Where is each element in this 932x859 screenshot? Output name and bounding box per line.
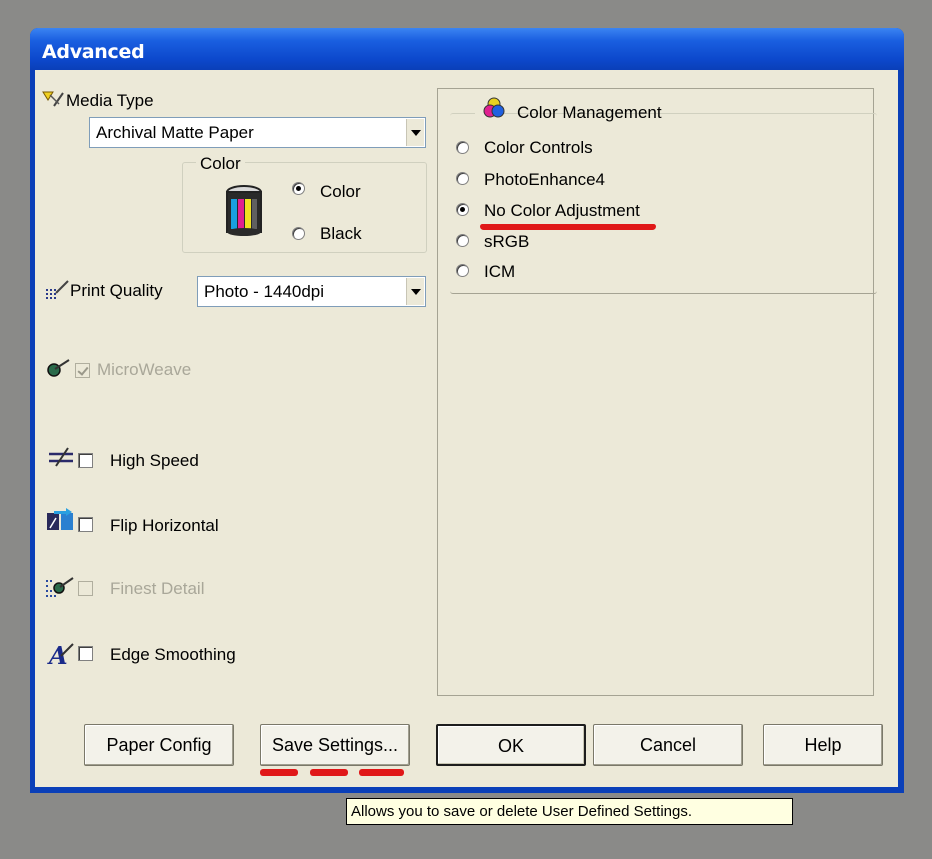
- print-quality-dropdown[interactable]: Photo - 1440dpi: [197, 276, 426, 307]
- color-controls-radio[interactable]: [456, 141, 469, 154]
- save-settings-button[interactable]: Save Settings...: [260, 724, 410, 766]
- icm-radio[interactable]: [456, 264, 469, 277]
- media-type-label: Media Type: [66, 91, 154, 110]
- photoenhance4-label[interactable]: PhotoEnhance4: [484, 170, 605, 190]
- finest-detail-checkbox[interactable]: [78, 581, 93, 596]
- no-color-adjustment-radio[interactable]: [456, 203, 469, 216]
- media-type-icon: [42, 91, 64, 107]
- flip-horizontal-icon: [47, 508, 73, 530]
- icm-label[interactable]: ICM: [484, 262, 515, 282]
- paper-config-button[interactable]: Paper Config: [84, 724, 234, 766]
- finest-detail-label: Finest Detail: [110, 579, 205, 598]
- ok-button[interactable]: OK: [436, 724, 586, 766]
- black-radio[interactable]: [292, 227, 305, 240]
- help-button[interactable]: Help: [763, 724, 883, 766]
- flip-horizontal-checkbox[interactable]: [78, 517, 93, 532]
- high-speed-icon: [49, 447, 73, 467]
- finest-detail-icon: [46, 577, 74, 597]
- annotation-dash-3: [359, 769, 404, 776]
- photoenhance4-radio[interactable]: [456, 172, 469, 185]
- annotation-dash-2: [310, 769, 348, 776]
- chevron-down-icon[interactable]: [406, 119, 424, 146]
- microweave-label: MicroWeave: [97, 360, 192, 379]
- annotation-underline: [480, 224, 656, 230]
- color-controls-label[interactable]: Color Controls: [484, 138, 593, 158]
- media-type-value: Archival Matte Paper: [96, 123, 254, 142]
- ink-bottle-icon: [226, 185, 262, 236]
- title-bar[interactable]: Advanced: [30, 28, 904, 70]
- color-radio[interactable]: [292, 182, 305, 195]
- svg-text:A: A: [47, 642, 68, 668]
- srgb-label[interactable]: sRGB: [484, 232, 529, 252]
- microweave-icon: [47, 359, 70, 377]
- edge-smoothing-checkbox[interactable]: [78, 646, 93, 661]
- print-quality-icon: [46, 280, 69, 299]
- print-quality-value: Photo - 1440dpi: [204, 282, 325, 301]
- cancel-button[interactable]: Cancel: [593, 724, 743, 766]
- annotation-dash-1: [260, 769, 298, 776]
- srgb-radio[interactable]: [456, 234, 469, 247]
- edge-smoothing-label[interactable]: Edge Smoothing: [110, 645, 236, 665]
- color-group-label: Color: [196, 154, 245, 174]
- color-management-header: Color Management: [475, 97, 662, 125]
- microweave-checkbox[interactable]: [75, 363, 90, 378]
- high-speed-checkbox[interactable]: [78, 453, 93, 468]
- media-type-dropdown[interactable]: Archival Matte Paper: [89, 117, 426, 148]
- color-circles-icon: [483, 97, 505, 118]
- save-settings-tooltip: Allows you to save or delete User Define…: [346, 798, 793, 825]
- no-color-adjustment-label[interactable]: No Color Adjustment: [484, 201, 640, 221]
- color-group-box: [182, 162, 427, 253]
- color-radio-label[interactable]: Color: [320, 182, 361, 202]
- flip-horizontal-label[interactable]: Flip Horizontal: [110, 516, 219, 536]
- black-radio-label[interactable]: Black: [320, 224, 362, 244]
- window-title: Advanced: [42, 41, 145, 63]
- high-speed-label[interactable]: High Speed: [110, 451, 199, 471]
- chevron-down-icon[interactable]: [406, 278, 424, 305]
- print-quality-label: Print Quality: [70, 281, 163, 300]
- edge-smoothing-icon: A: [47, 642, 74, 668]
- color-management-label: Color Management: [517, 103, 662, 122]
